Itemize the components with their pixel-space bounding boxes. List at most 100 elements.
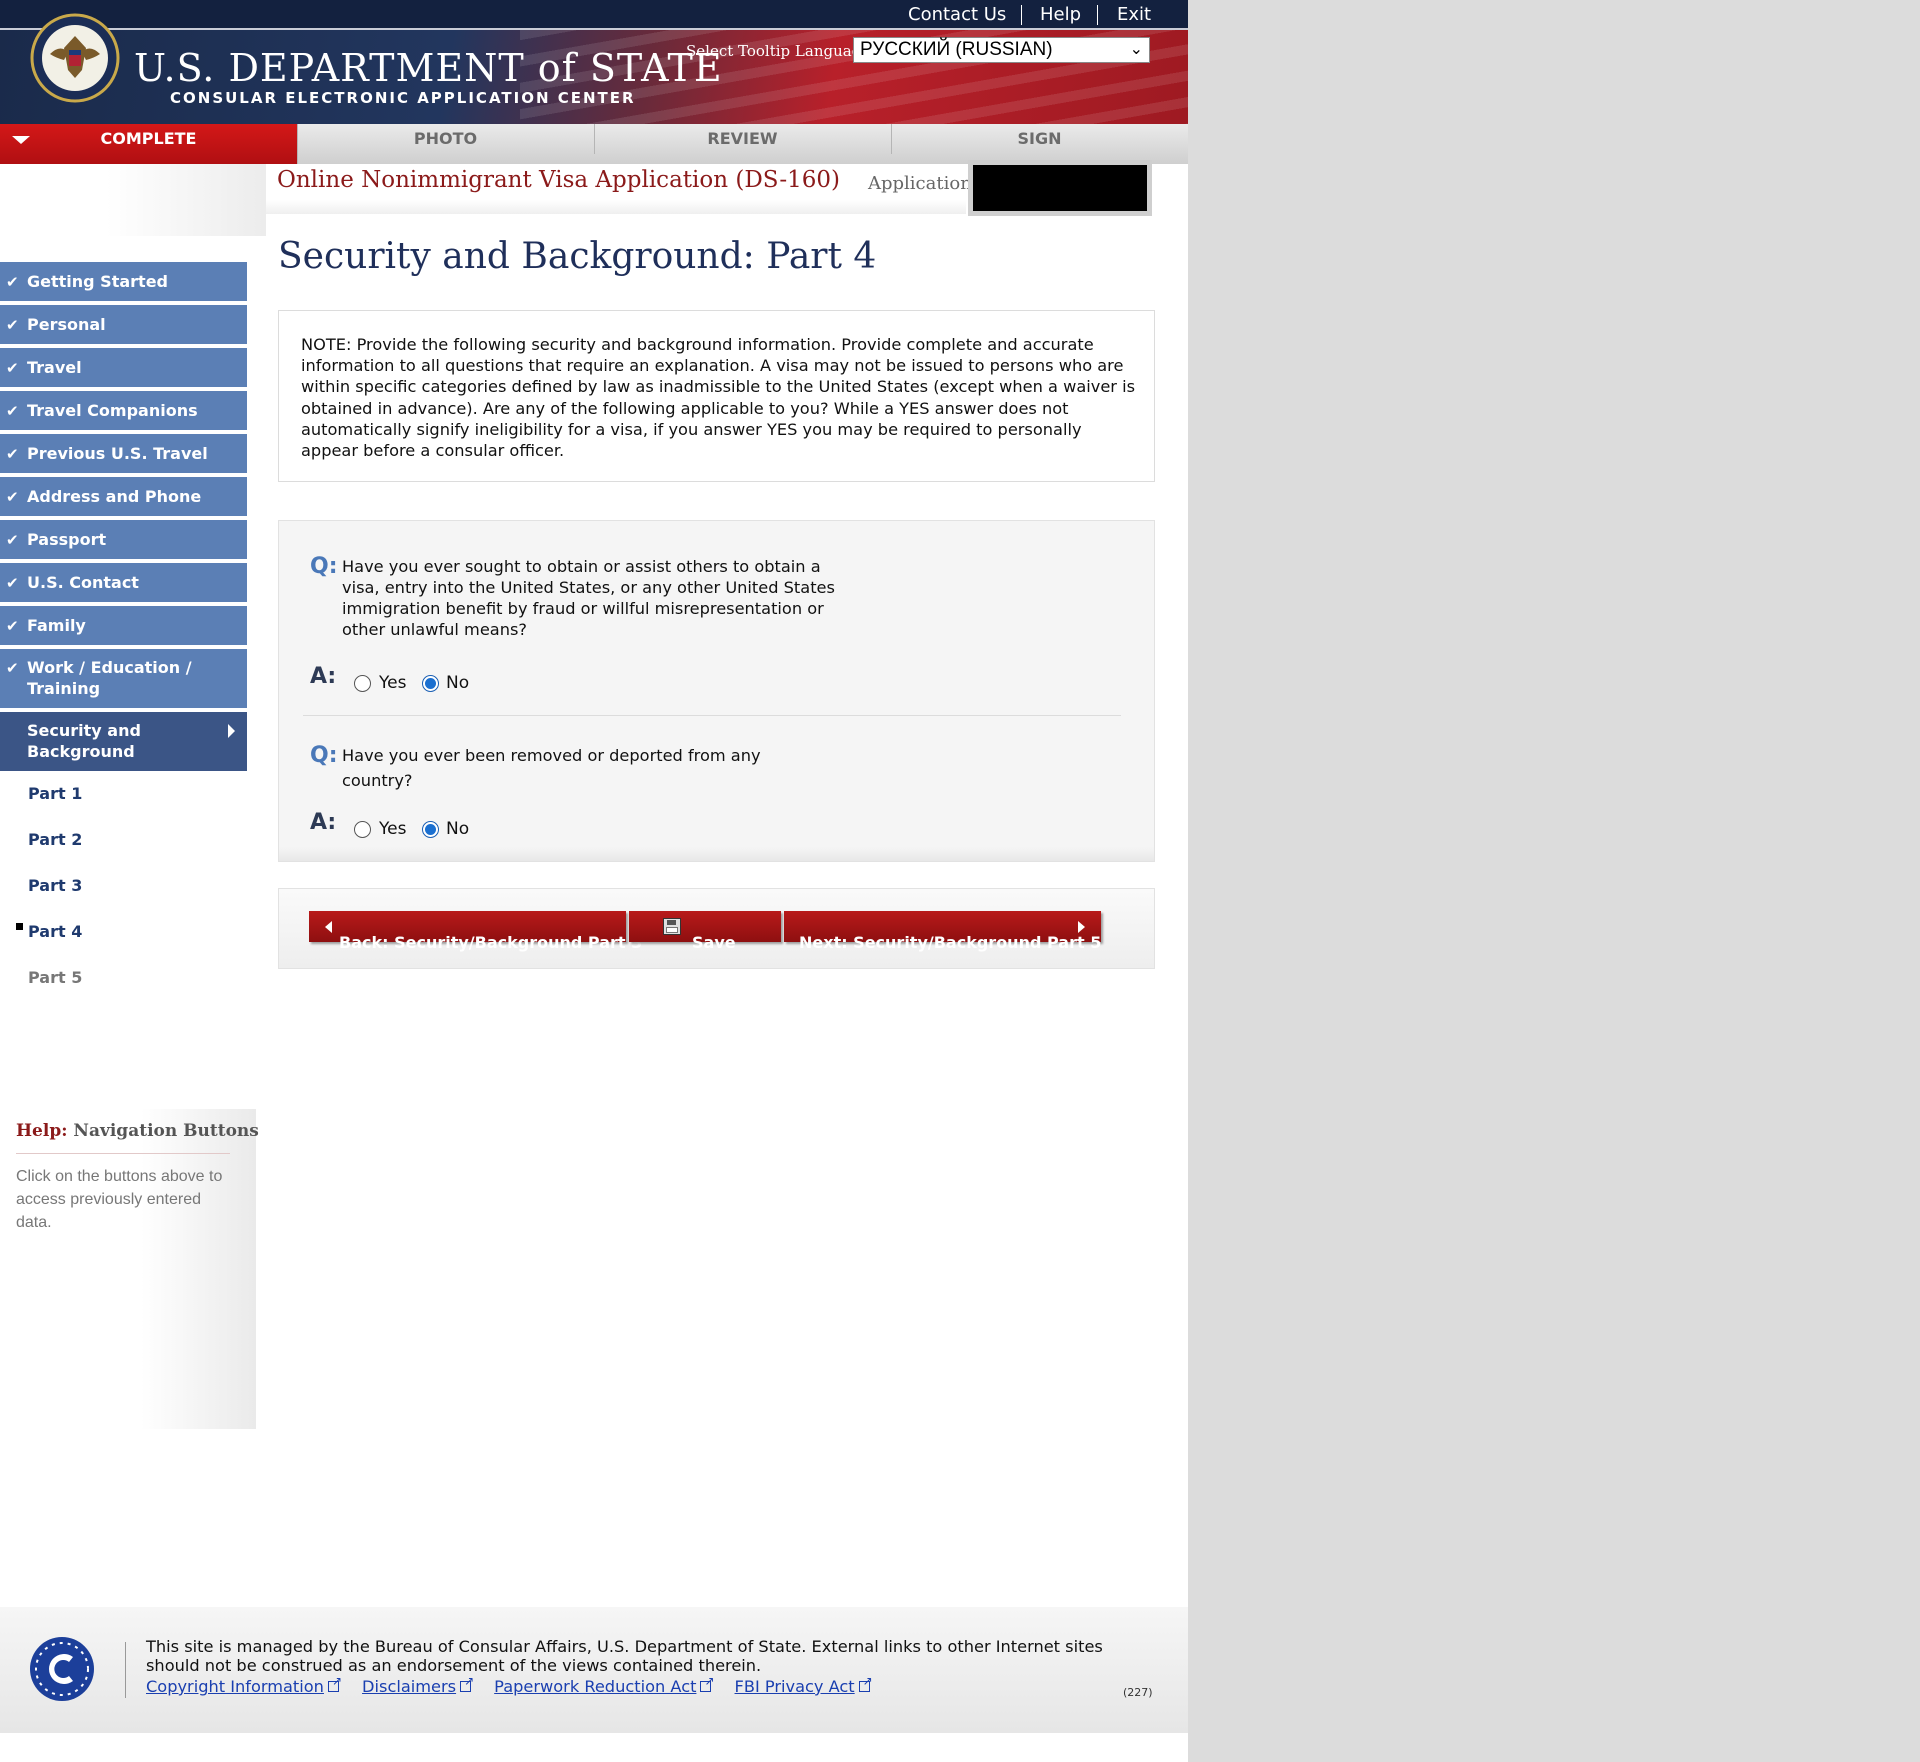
- checkmark-icon: ✔: [6, 445, 19, 463]
- q2-no-radio[interactable]: [422, 821, 439, 838]
- sidebar-item-travel[interactable]: ✔ Travel: [0, 348, 247, 388]
- checkmark-icon: ✔: [6, 402, 19, 420]
- department-title: U.S. DEPARTMENT of STATE: [134, 46, 723, 90]
- note-text: NOTE: Provide the following security and…: [301, 335, 1136, 461]
- question-panel: Q: Have you ever sought to obtain or ass…: [278, 520, 1155, 862]
- floppy-disk-icon: [663, 918, 681, 935]
- sidebar-item-security-and-background[interactable]: Security and Background: [0, 712, 247, 772]
- paperwork-reduction-act-link[interactable]: Paperwork Reduction Act: [494, 1674, 715, 1696]
- q2-no-label[interactable]: No: [446, 819, 469, 839]
- help-text: Click on the buttons above to access pre…: [16, 1168, 223, 1231]
- note-box: NOTE: Provide the following security and…: [278, 310, 1155, 482]
- sidebar-subitem-part-1[interactable]: Part 1: [28, 784, 82, 803]
- sidebar-subitem-part-4[interactable]: Part 4: [28, 922, 82, 941]
- save-button[interactable]: Save: [629, 911, 781, 952]
- tab-label: PHOTO: [413, 129, 478, 148]
- tab-photo[interactable]: PHOTO: [297, 124, 595, 154]
- back-button-label: Back: Security/Background Part 3: [339, 932, 643, 952]
- contact-us-link[interactable]: Contact Us: [908, 4, 1006, 25]
- sidebar-item-family[interactable]: ✔ Family: [0, 606, 247, 646]
- sidebar-subitem-part-2[interactable]: Part 2: [28, 830, 82, 849]
- consular-affairs-logo-icon: [30, 1637, 94, 1701]
- sidebar-item-getting-started[interactable]: ✔ Getting Started: [0, 262, 247, 302]
- question-label: Q:: [310, 743, 338, 768]
- back-button[interactable]: Back: Security/Background Part 3: [309, 911, 642, 952]
- checkmark-icon: ✔: [6, 273, 19, 291]
- tab-label: COMPLETE: [100, 129, 197, 148]
- q1-no-label[interactable]: No: [446, 673, 469, 693]
- answer-label: A:: [310, 810, 337, 835]
- help-title: Help: Navigation Buttons: [16, 1121, 259, 1141]
- sidebar-item-previous-us-travel[interactable]: ✔ Previous U.S. Travel: [0, 434, 247, 474]
- page: Contact Us Help Exit U.S. DEPARTMENT of …: [0, 0, 1188, 1762]
- divider: [1021, 5, 1022, 25]
- q1-yes-label[interactable]: Yes: [379, 673, 406, 693]
- q1-no-radio[interactable]: [422, 675, 439, 692]
- sidebar-subitem-part-3[interactable]: Part 3: [28, 876, 82, 895]
- chevron-down-icon: ⌄: [1129, 41, 1143, 58]
- link-label: Copyright Information: [146, 1677, 324, 1696]
- current-marker-icon: [16, 923, 23, 930]
- header-banner: Contact Us Help Exit U.S. DEPARTMENT of …: [0, 0, 1188, 124]
- tooltip-language-label: Select Tooltip Language: [686, 42, 871, 60]
- tab-sign[interactable]: SIGN: [891, 124, 1188, 154]
- tab-review[interactable]: REVIEW: [594, 124, 892, 154]
- sidebar-item-us-contact[interactable]: ✔ U.S. Contact: [0, 563, 247, 603]
- sidebar-item-address-and-phone[interactable]: ✔ Address and Phone: [0, 477, 247, 517]
- tab-complete[interactable]: COMPLETE: [0, 124, 298, 164]
- q1-yes-radio[interactable]: [354, 675, 371, 692]
- sidebar-subitem-part-5: Part 5: [28, 968, 83, 987]
- sidebar-item-label: Security and Background: [27, 721, 141, 761]
- question-text: Have you ever sought to obtain or assist…: [342, 557, 835, 639]
- help-title-prefix: Help:: [16, 1121, 68, 1141]
- caret-down-icon: [12, 136, 30, 144]
- footer-disclaimer-text: This site is managed by the Bureau of Co…: [146, 1637, 1103, 1675]
- disclaimers-link[interactable]: Disclaimers: [362, 1674, 474, 1696]
- title-underline: [266, 200, 966, 214]
- sidebar-item-work-education-training[interactable]: ✔ Work / Education / Training: [0, 649, 247, 709]
- help-title-text: Navigation Buttons: [73, 1121, 259, 1141]
- checkmark-icon: ✔: [6, 574, 19, 592]
- sidebar-item-label: Passport: [27, 530, 107, 549]
- sidebar-item-label: Travel: [27, 358, 82, 377]
- page-code: (227): [1123, 1686, 1153, 1699]
- copyright-information-link[interactable]: Copyright Information: [146, 1674, 342, 1696]
- sidebar-item-travel-companions[interactable]: ✔ Travel Companions: [0, 391, 247, 431]
- state-department-seal-icon: [30, 13, 120, 103]
- tab-label: REVIEW: [707, 129, 778, 148]
- navigation-button-bar: Back: Security/Background Part 3 Save Ne…: [278, 888, 1155, 969]
- sidebar-item-label: Travel Companions: [27, 401, 198, 420]
- external-link-icon: [700, 1674, 715, 1692]
- fbi-privacy-act-link[interactable]: FBI Privacy Act: [734, 1674, 873, 1696]
- checkmark-icon: ✔: [6, 359, 19, 377]
- sidebar-item-label: Address and Phone: [27, 487, 202, 506]
- save-button-label: Save: [692, 932, 736, 952]
- department-subtitle: CONSULAR ELECTRONIC APPLICATION CENTER: [170, 89, 636, 107]
- tooltip-language-value: РУССКИЙ (RUSSIAN): [860, 39, 1053, 60]
- sidebar-item-passport[interactable]: ✔ Passport: [0, 520, 247, 560]
- external-link-icon: [858, 1674, 873, 1692]
- application-id-label: Application: [868, 173, 972, 194]
- checkmark-icon: ✔: [6, 531, 19, 549]
- application-title: Online Nonimmigrant Visa Application (DS…: [277, 167, 841, 193]
- next-button[interactable]: Next: Security/Background Part 5: [784, 911, 1101, 952]
- answer-label: A:: [310, 664, 337, 689]
- tooltip-language-select[interactable]: РУССКИЙ (RUSSIAN) ⌄: [853, 37, 1150, 63]
- help-link[interactable]: Help: [1040, 4, 1081, 25]
- sidebar-item-personal[interactable]: ✔ Personal: [0, 305, 247, 345]
- arrow-right-icon: [1078, 921, 1085, 933]
- top-link-bar: Contact Us Help Exit: [0, 0, 1188, 30]
- footer-links: Copyright Information Disclaimers Paperw…: [146, 1674, 888, 1696]
- sidebar-item-label: Previous U.S. Travel: [27, 444, 208, 463]
- external-link-icon: [327, 1674, 342, 1692]
- q2-yes-label[interactable]: Yes: [379, 819, 406, 839]
- exit-link[interactable]: Exit: [1117, 4, 1151, 25]
- footer: This site is managed by the Bureau of Co…: [0, 1607, 1188, 1733]
- q2-yes-radio[interactable]: [354, 821, 371, 838]
- question-text: Have you ever been removed or deported f…: [342, 746, 761, 790]
- application-id-redacted: [968, 160, 1152, 216]
- checkmark-icon: ✔: [6, 488, 19, 506]
- sidebar-header-fade: [0, 164, 266, 236]
- link-label: FBI Privacy Act: [734, 1677, 855, 1696]
- sidebar-item-label: U.S. Contact: [27, 573, 139, 592]
